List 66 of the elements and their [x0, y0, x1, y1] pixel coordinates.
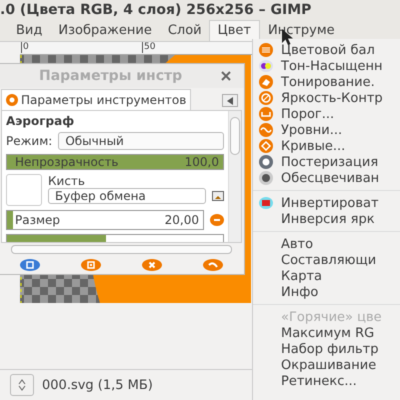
- delete-button[interactable]: [142, 259, 162, 271]
- mode-dropdown[interactable]: Обычный: [58, 132, 224, 150]
- menu-item[interactable]: Порог...: [253, 106, 400, 122]
- reset-button[interactable]: [203, 259, 224, 271]
- horizontal-scrollbar[interactable]: [11, 245, 232, 254]
- menu-item[interactable]: Инвертироват: [253, 195, 400, 211]
- menu-item[interactable]: Яркость-Контр: [253, 90, 400, 106]
- menu-item[interactable]: Слой: [160, 20, 210, 41]
- restore-button[interactable]: [80, 259, 101, 271]
- save-icon: [20, 259, 40, 271]
- save-button[interactable]: [20, 259, 40, 271]
- menu-item[interactable]: Постеризация: [253, 154, 400, 170]
- menu-item[interactable]: Инфо: [253, 284, 400, 300]
- mode-label: Режим:: [6, 134, 52, 148]
- zoom-spinner[interactable]: [10, 374, 34, 396]
- adjustment-icon: [259, 196, 273, 210]
- menu-item[interactable]: Уровни...: [253, 122, 400, 138]
- menu-item[interactable]: Окрашивание: [253, 357, 400, 373]
- tab-menu-button[interactable]: [222, 94, 238, 107]
- menu-item[interactable]: Инструме: [260, 20, 343, 41]
- slider-value: 20,00: [164, 213, 199, 227]
- menu-item[interactable]: Ретинекс...: [253, 373, 400, 389]
- menu-item[interactable]: Кривые...: [253, 138, 400, 154]
- menu-item[interactable]: Вид: [8, 20, 50, 41]
- menu-item[interactable]: Карта: [253, 268, 400, 284]
- adjustment-icon: [259, 123, 273, 137]
- close-icon: [220, 70, 232, 82]
- menu-item[interactable]: Цветовой бал: [253, 42, 400, 58]
- menu-item[interactable]: Тонирование.: [253, 74, 400, 90]
- menu-item[interactable]: Изображение: [50, 20, 160, 41]
- menu-item[interactable]: Инверсия ярк: [253, 211, 400, 227]
- slider-value: 100,0: [184, 155, 219, 169]
- brush-label: Кисть: [48, 174, 86, 188]
- dialog-title: Параметры инстр: [39, 68, 182, 84]
- up-down-arrows-icon: [18, 379, 26, 391]
- adjustment-icon: [259, 139, 273, 153]
- triangle-icon: [226, 96, 234, 104]
- options-tab[interactable]: Параметры инструментов: [1, 89, 192, 110]
- menu-item[interactable]: Цвет: [208, 20, 260, 41]
- menu-item[interactable]: Авто: [253, 236, 400, 252]
- adjustment-icon: [259, 155, 273, 169]
- slider-field[interactable]: Непрозрачность 100,0: [6, 154, 224, 170]
- adjustment-icon: [259, 91, 273, 105]
- menu-item[interactable]: Тон-Насыщенн: [253, 58, 400, 74]
- tool-name: Аэрограф: [6, 114, 76, 128]
- slider-label: Непрозрачность: [15, 155, 118, 169]
- file-info: 000.svg (1,5 МБ): [42, 378, 153, 392]
- menu-item[interactable]: Набор фильтр: [253, 341, 400, 357]
- reset-icon: [203, 259, 224, 271]
- menu-item[interactable]: Обесцвечиван: [253, 170, 400, 186]
- slider-field[interactable]: Размер 20,00: [6, 210, 204, 230]
- slider-label: Размер: [15, 213, 60, 227]
- brush-preview[interactable]: [6, 174, 42, 206]
- restore-icon: [80, 259, 101, 271]
- image-icon: [212, 191, 224, 201]
- adjustment-icon: [259, 43, 273, 57]
- window-title: .0 (Цвета RGB, 4 слоя) 256x256 – GIMP: [0, 0, 400, 20]
- adjustment-icon: [259, 59, 273, 73]
- delete-icon: [142, 259, 162, 271]
- adjustment-icon: [259, 107, 273, 121]
- adjustment-icon: [259, 75, 273, 89]
- menu-item[interactable]: Составляющи: [253, 252, 400, 268]
- brush-name-field[interactable]: Буфер обмена: [48, 188, 206, 204]
- vertical-scrollbar[interactable]: [228, 111, 241, 242]
- adjustment-icon: [259, 171, 273, 185]
- menu-item[interactable]: Максимум RG: [253, 325, 400, 341]
